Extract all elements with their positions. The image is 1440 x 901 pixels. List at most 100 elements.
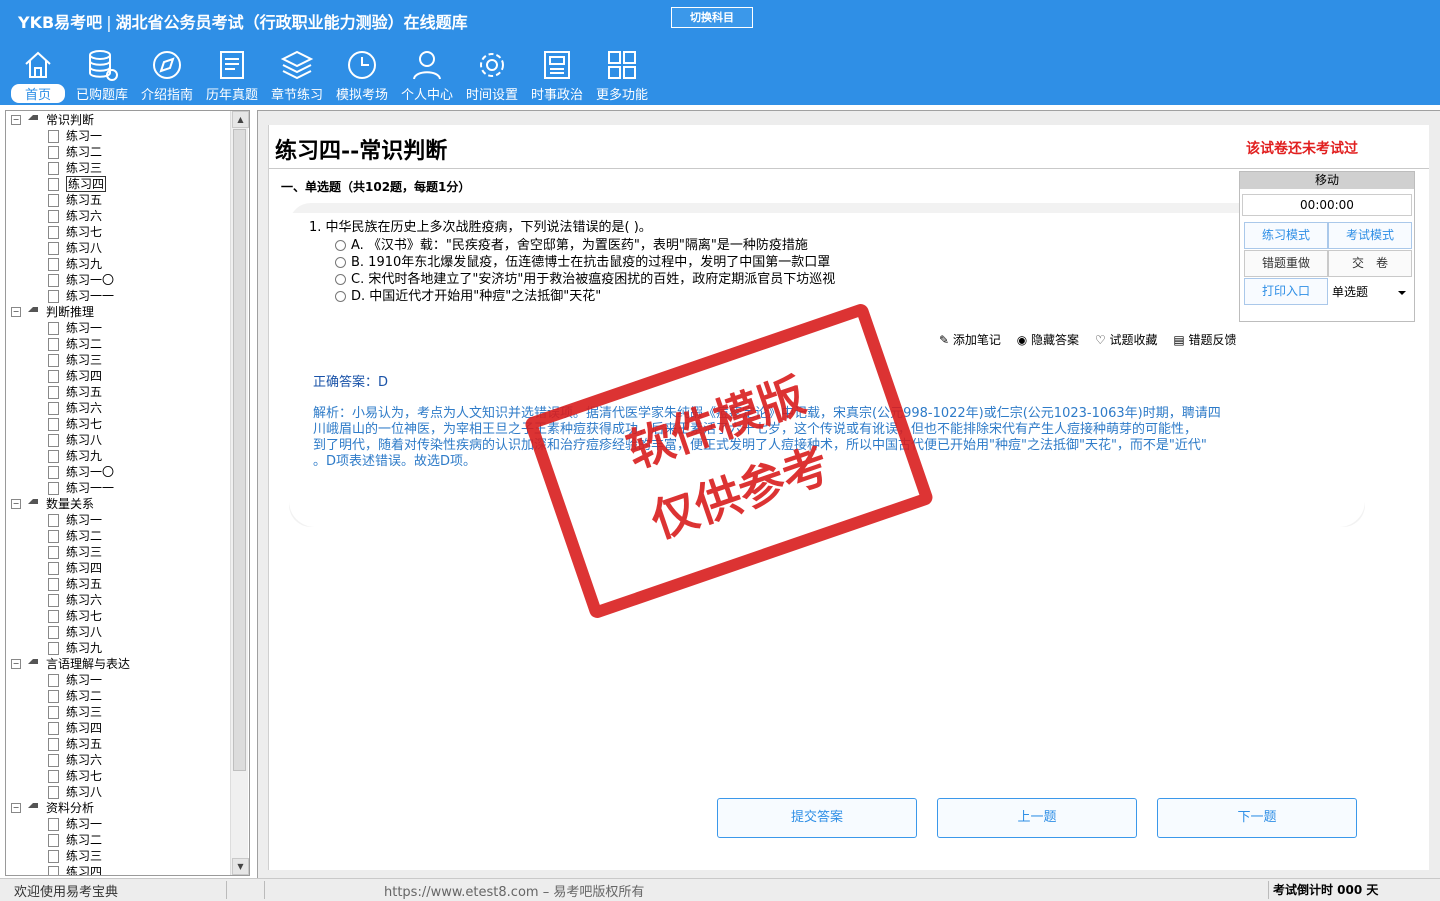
collapse-icon[interactable]: −: [11, 499, 21, 509]
tool-label: 隐藏答案: [1031, 333, 1080, 347]
question-tools: ✎ 添加笔记 ◉ 隐藏答案 ♡ 试题收藏 ▤ 错题反馈: [939, 331, 1249, 348]
tree-item-label: 练习四: [66, 865, 103, 876]
divider: [269, 168, 1429, 169]
question-type-select[interactable]: 单选题: [1328, 280, 1412, 305]
document-icon: [48, 130, 59, 143]
document-icon: [48, 210, 59, 223]
tree-item-label: 练习六: [66, 401, 103, 415]
nav-guide[interactable]: 介绍指南: [136, 46, 198, 104]
collapse-icon[interactable]: −: [11, 115, 21, 125]
tree-category-label: 常识判断: [46, 113, 95, 127]
prev-question-button[interactable]: 上一题: [937, 798, 1137, 838]
tree-item-label: 练习八: [66, 433, 103, 447]
nav-more[interactable]: 更多功能: [591, 46, 653, 104]
section-heading: 一、单选题（共102题，每题1分）: [281, 180, 471, 194]
document-icon: [48, 386, 59, 399]
tree-item-label: 练习二: [66, 145, 103, 159]
favorite-button[interactable]: ♡ 试题收藏: [1095, 333, 1158, 347]
document-icon: [48, 722, 59, 735]
document-icon: [48, 178, 59, 191]
document-icon: [48, 226, 59, 239]
news-icon: [544, 51, 570, 79]
scroll-up-icon[interactable]: ▲: [232, 111, 249, 128]
eye-icon: ◉: [1016, 333, 1028, 347]
nav-current-affairs[interactable]: 时事政治: [526, 46, 588, 104]
radio-icon[interactable]: [335, 257, 346, 268]
switch-subject-button[interactable]: 切换科目: [671, 7, 753, 28]
document-icon: [48, 562, 59, 575]
nav-past-papers[interactable]: 历年真题: [201, 46, 263, 104]
document-icon: [48, 482, 59, 495]
document-icon: [48, 530, 59, 543]
nav-label: 已购题库: [75, 88, 128, 103]
pencil-icon: ✎: [939, 333, 950, 347]
clock-icon: [348, 51, 376, 79]
tree-item-label: 练习八: [66, 625, 103, 639]
collapse-icon[interactable]: −: [11, 659, 21, 669]
welcome-text: 欢迎使用易考宝典: [14, 885, 119, 900]
nav-personal-center[interactable]: 个人中心: [396, 46, 458, 104]
tree-item-label: 练习一: [66, 513, 103, 527]
document-icon: [48, 242, 59, 255]
option-d[interactable]: D. 中国近代才开始用"种痘"之法抵御"天花": [335, 285, 601, 304]
submit-answer-button[interactable]: 提交答案: [717, 798, 917, 838]
move-handle[interactable]: 移动: [1240, 172, 1414, 189]
submit-paper-button[interactable]: 交 卷: [1328, 250, 1412, 277]
tree-item-label: 练习一〇: [66, 273, 115, 287]
tree-item-label: 练习一: [66, 129, 103, 143]
add-note-button[interactable]: ✎ 添加笔记: [939, 333, 1001, 347]
nav-chapter-practice[interactable]: 章节练习: [266, 46, 328, 104]
tree-item-label: 练习七: [66, 417, 103, 431]
tree-item-label: 练习五: [66, 577, 103, 591]
tree-item-label: 练习九: [66, 257, 103, 271]
radio-icon[interactable]: [335, 274, 346, 285]
tree-item-label: 练习三: [66, 705, 103, 719]
radio-icon[interactable]: [335, 291, 346, 302]
document-icon: [48, 578, 59, 591]
grid-icon: [608, 51, 636, 79]
practice-mode-button[interactable]: 练习模式: [1244, 222, 1328, 249]
top-bar: YKB易考吧 | 湖北省公务员考试（行政职业能力测验）在线题库 切换科目 首页 已购…: [0, 0, 1440, 105]
tree-category-label: 资料分析: [46, 801, 95, 815]
report-error-button[interactable]: ▤ 错题反馈: [1173, 333, 1236, 347]
divider: [226, 881, 227, 899]
nav-label: 首页: [11, 84, 65, 103]
document-icon: [48, 338, 59, 351]
chapter-tree: − 常识判断 练习一 练习二 练习三 练习四 练习五 练习六 练习七 练习八 练习九 练习一〇 练习一一…: [5, 110, 250, 876]
nav-purchased[interactable]: 已购题库: [71, 46, 133, 104]
tree-item-label: 练习一: [66, 817, 103, 831]
tool-label: 试题收藏: [1109, 333, 1158, 347]
tree-item-label: 练习六: [66, 209, 103, 223]
scrollbar-thumb[interactable]: [233, 129, 246, 771]
radio-icon[interactable]: [335, 240, 346, 251]
nav-home[interactable]: 首页: [7, 46, 69, 104]
database-icon: [89, 50, 118, 81]
tree-item-label: 练习九: [66, 641, 103, 655]
collapse-icon[interactable]: −: [11, 307, 21, 317]
print-button[interactable]: 打印入口: [1244, 278, 1328, 305]
redo-wrong-button[interactable]: 错题重做: [1244, 250, 1328, 277]
app-title: YKB易考吧 | 湖北省公务员考试（行政职业能力测验）在线题库: [18, 13, 468, 32]
hide-answer-button[interactable]: ◉ 隐藏答案: [1017, 333, 1079, 347]
gear-icon: [480, 53, 504, 77]
tree-item-label: 练习二: [66, 689, 103, 703]
document-icon: [48, 770, 59, 783]
question-text: 1. 中华民族在历史上多次战胜疫病，下列说法错误的是( )。: [309, 220, 652, 235]
tree-scrollbar[interactable]: ▲ ▼: [230, 111, 249, 875]
tree-item-label: 练习三: [66, 545, 103, 559]
tree-item-label: 练习二: [66, 529, 103, 543]
scroll-down-icon[interactable]: ▼: [232, 858, 249, 875]
tree-category-label: 言语理解与表达: [46, 657, 131, 671]
collapse-icon[interactable]: −: [11, 803, 21, 813]
heart-icon: ♡: [1094, 333, 1106, 347]
divider: [1268, 881, 1269, 899]
exam-mode-button[interactable]: 考试模式: [1328, 222, 1412, 249]
next-question-button[interactable]: 下一题: [1157, 798, 1357, 838]
nav-mock-exam[interactable]: 模拟考场: [331, 46, 393, 104]
document-icon: [48, 290, 59, 303]
expand-arrow-icon: [28, 659, 38, 664]
nav-time-settings[interactable]: 时间设置: [461, 46, 523, 104]
option-label: D. 中国近代才开始用"种痘"之法抵御"天花": [351, 289, 602, 304]
divider: [264, 881, 265, 899]
document-icon: [48, 194, 59, 207]
